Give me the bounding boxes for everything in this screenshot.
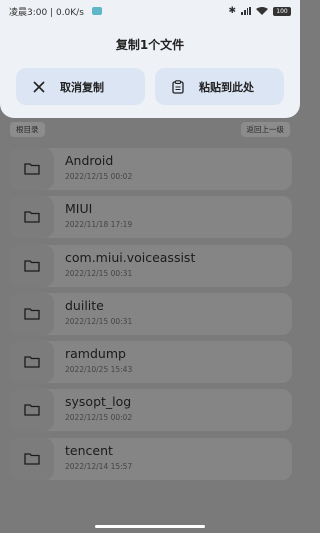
- file-name: MIUI: [65, 201, 93, 217]
- folder-icon: [10, 292, 54, 335]
- file-date: 2022/12/15 00:02: [65, 413, 133, 423]
- signal-icon: [241, 7, 251, 15]
- folder-icon: [10, 341, 54, 384]
- file-date: 2022/12/15 00:02: [65, 172, 133, 181]
- folder-icon: [10, 148, 54, 190]
- paste-here-button[interactable]: 粘贴到此处: [155, 68, 284, 105]
- list-item[interactable]: Android 2022/12/15 00:02: [10, 148, 292, 190]
- file-date: 2022/12/14 15:57: [65, 461, 133, 471]
- close-icon: [32, 80, 46, 94]
- file-name: duilite: [65, 297, 104, 313]
- dialog-title: 复制1个文件: [115, 38, 185, 52]
- battery-level: 100: [276, 7, 288, 15]
- list-item[interactable]: com.miui.voiceassist 2022/12/15 00:31: [10, 244, 292, 287]
- file-name: com.miui.voiceassist: [65, 249, 196, 265]
- file-name: sysopt_log: [65, 394, 132, 410]
- file-date: 2022/10/25 15:43: [65, 365, 133, 375]
- status-time-speed: 凌晨3:00 | 0.0K/s: [9, 7, 84, 18]
- notification-app-icon: [91, 7, 102, 15]
- root-directory-button[interactable]: 根目录: [10, 122, 45, 137]
- copy-dialog-sheet: 凌晨3:00 | 0.0K/s ✱ 100 复制1个文件 取消复制 粘贴到此处: [0, 0, 300, 118]
- folder-icon: [10, 437, 54, 480]
- file-name: ramdump: [65, 346, 126, 362]
- file-date: 2022/12/15 00:31: [65, 316, 133, 326]
- paste-here-label: 粘贴到此处: [199, 80, 254, 94]
- list-item[interactable]: MIUI 2022/11/18 17:19: [10, 196, 292, 239]
- file-name: tencent: [65, 442, 113, 458]
- file-list: Android 2022/12/15 00:02 MIUI 2022/11/18…: [10, 148, 292, 486]
- cancel-copy-button[interactable]: 取消复制: [16, 68, 145, 105]
- folder-icon: [10, 389, 54, 432]
- wifi-icon: [256, 7, 268, 15]
- list-item[interactable]: tencent 2022/12/14 15:57: [10, 437, 292, 480]
- home-indicator[interactable]: [95, 525, 205, 528]
- file-date: 2022/12/15 00:31: [65, 268, 133, 278]
- list-item[interactable]: ramdump 2022/10/25 15:43: [10, 341, 292, 384]
- status-bar: 凌晨3:00 | 0.0K/s ✱ 100: [0, 0, 300, 22]
- bluetooth-icon: ✱: [228, 6, 236, 16]
- battery-icon: 100: [273, 6, 291, 16]
- list-item[interactable]: sysopt_log 2022/12/15 00:02: [10, 389, 292, 432]
- list-item[interactable]: duilite 2022/12/15 00:31: [10, 292, 292, 335]
- file-name: Android: [65, 153, 114, 168]
- folder-icon: [10, 244, 54, 287]
- path-bar: 根目录 返回上一级: [0, 122, 300, 138]
- folder-icon: [10, 196, 54, 239]
- clipboard-icon: [171, 79, 185, 94]
- go-up-button[interactable]: 返回上一级: [240, 122, 290, 137]
- file-date: 2022/11/18 17:19: [65, 220, 133, 230]
- cancel-copy-label: 取消复制: [60, 80, 104, 94]
